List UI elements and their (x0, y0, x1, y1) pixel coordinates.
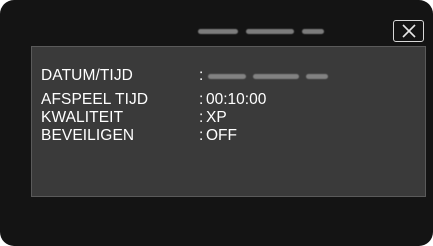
date-time-separator: : (199, 67, 204, 84)
quality-separator: : (199, 109, 204, 126)
top-bar (0, 0, 433, 46)
info-row-playback-time: AFSPEEL TIJD : 00:10:00 (41, 91, 266, 109)
protect-value: OFF (206, 127, 237, 144)
quality-value: XP (206, 109, 227, 126)
protect-separator: : (199, 127, 204, 144)
close-x-icon (401, 24, 416, 38)
protect-label: BEVEILIGEN (41, 127, 135, 144)
info-panel: DATUM/TIJD : AFSPEEL TIJD : 00:10:00 KWA… (31, 46, 426, 197)
playback-time-label: AFSPEEL TIJD (41, 91, 149, 108)
close-button[interactable] (393, 20, 424, 42)
blurred-header-text (198, 26, 324, 36)
playback-time-separator: : (199, 91, 204, 108)
blurred-date-time-value (208, 67, 328, 85)
display-screen: DATUM/TIJD : AFSPEEL TIJD : 00:10:00 KWA… (0, 0, 433, 246)
info-row-protect: BEVEILIGEN : OFF (41, 127, 237, 145)
info-row-date-time: DATUM/TIJD : (41, 67, 328, 85)
quality-label: KWALITEIT (41, 109, 124, 126)
date-time-label: DATUM/TIJD (41, 67, 133, 84)
playback-time-value: 00:10:00 (206, 91, 267, 108)
info-row-quality: KWALITEIT : XP (41, 109, 227, 127)
